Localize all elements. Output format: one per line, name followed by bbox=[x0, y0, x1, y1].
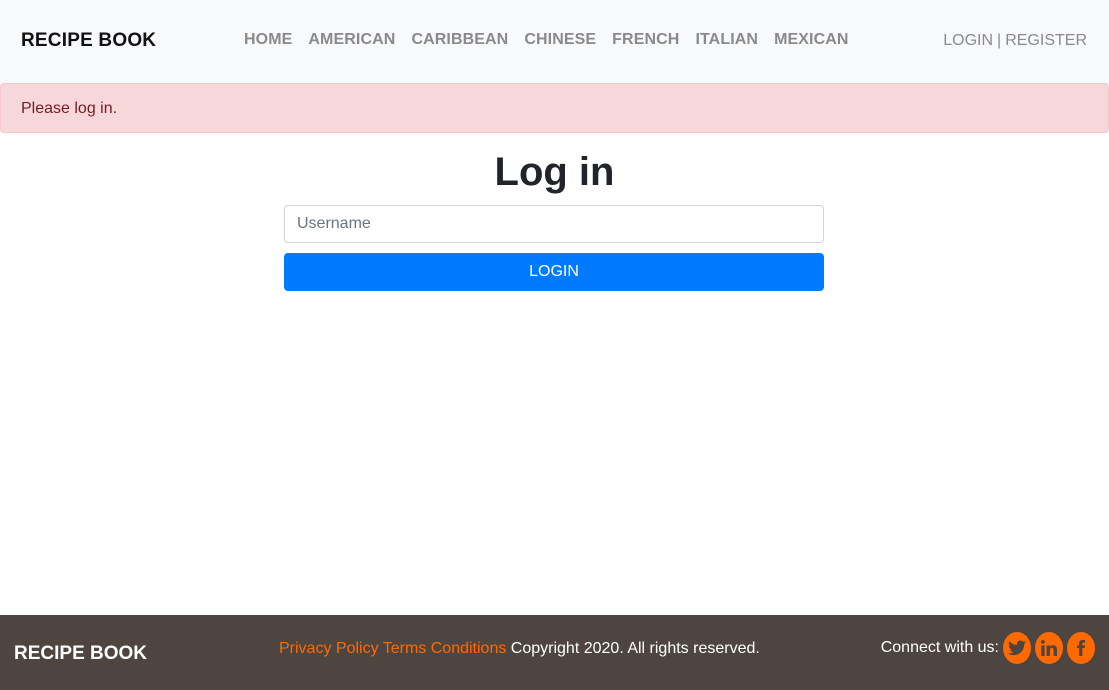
username-input[interactable] bbox=[284, 205, 824, 243]
nav-link-italian[interactable]: ITALIAN bbox=[687, 31, 766, 49]
nav-link-french[interactable]: FRENCH bbox=[604, 31, 687, 49]
page: RECIPE BOOK HOME AMERICAN CARIBBEAN CHIN… bbox=[0, 0, 1109, 690]
nav-link-caribbean[interactable]: CARIBBEAN bbox=[403, 31, 516, 49]
alert-message: Please log in. bbox=[21, 100, 118, 117]
login-button[interactable]: LOGIN bbox=[284, 253, 824, 291]
twitter-icon[interactable] bbox=[1003, 632, 1031, 664]
connect-label: Connect with us: bbox=[880, 639, 999, 656]
facebook-icon[interactable] bbox=[1067, 632, 1095, 664]
nav-link-chinese[interactable]: CHINESE bbox=[516, 31, 604, 49]
auth-links: LOGIN | REGISTER bbox=[943, 32, 1087, 50]
nav-link-american[interactable]: AMERICAN bbox=[300, 31, 403, 49]
top-navbar: RECIPE BOOK HOME AMERICAN CARIBBEAN CHIN… bbox=[0, 0, 1109, 83]
footer: RECIPE BOOK Privacy Policy Terms Conditi… bbox=[0, 615, 1109, 690]
login-link[interactable]: LOGIN bbox=[943, 32, 993, 49]
linkedin-icon[interactable] bbox=[1035, 632, 1063, 664]
privacy-policy-link[interactable]: Privacy Policy bbox=[279, 640, 379, 657]
auth-separator: | bbox=[997, 32, 1002, 49]
nav-link-mexican[interactable]: MEXICAN bbox=[766, 31, 856, 49]
copyright-text: Copyright 2020. All rights reserved. bbox=[510, 640, 760, 657]
social-links: Connect with us: bbox=[881, 632, 1095, 664]
nav-links: HOME AMERICAN CARIBBEAN CHINESE FRENCH I… bbox=[236, 31, 857, 49]
footer-legal: Privacy Policy Terms Conditions Copyrigh… bbox=[279, 640, 760, 658]
page-title: Log in bbox=[494, 150, 615, 194]
terms-conditions-link[interactable]: Terms Conditions bbox=[383, 640, 507, 657]
register-link[interactable]: REGISTER bbox=[1005, 32, 1087, 49]
footer-brand: RECIPE BOOK bbox=[14, 643, 148, 664]
login-alert: Please log in. bbox=[0, 83, 1109, 133]
nav-link-home[interactable]: HOME bbox=[236, 31, 300, 49]
brand-logo[interactable]: RECIPE BOOK bbox=[21, 30, 156, 52]
